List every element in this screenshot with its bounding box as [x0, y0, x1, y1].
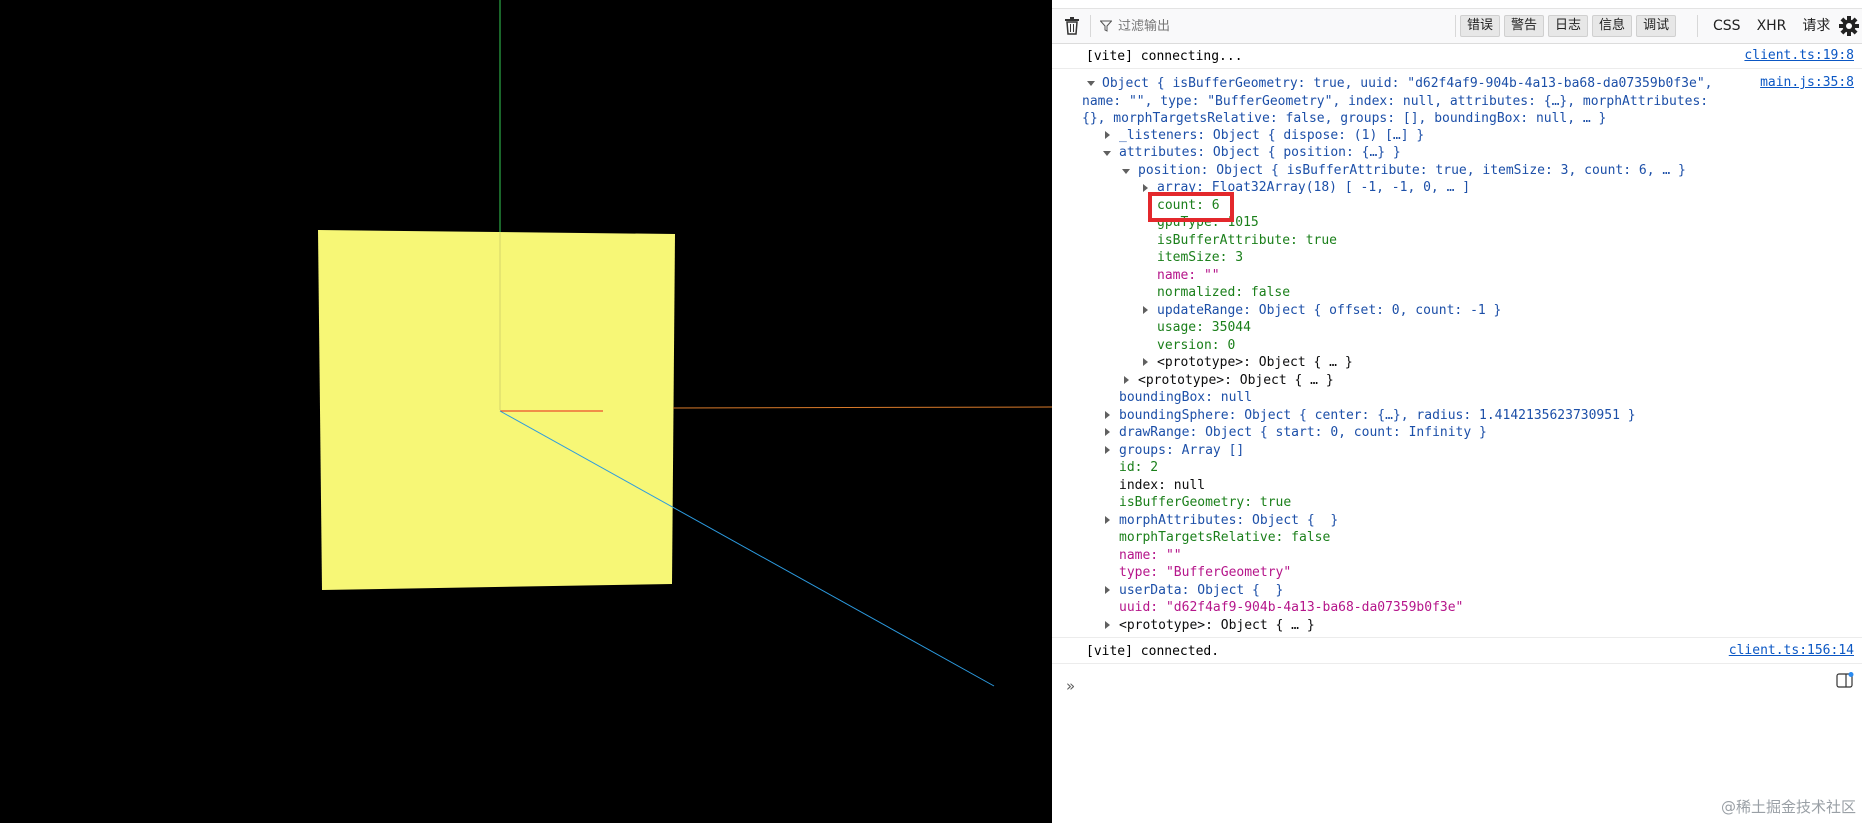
tree-node[interactable]: userData: Object { }: [1119, 582, 1283, 599]
requests-filter-button[interactable]: 请求: [1794, 15, 1838, 37]
request-filters: CSS XHR 请求: [1705, 15, 1838, 37]
tree-node[interactable]: attributes: Object { position: {…} }: [1119, 144, 1401, 161]
scene-svg: [318, 0, 1052, 687]
expand-toggle-icon[interactable]: [1105, 428, 1110, 436]
message-separator: [1052, 663, 1862, 664]
message-separator: [1052, 68, 1862, 69]
tree-property: itemSize: 3: [1157, 250, 1244, 265]
log-level-filters: 错误 警告 日志 信息 调试: [1460, 15, 1677, 37]
tree-node[interactable]: _listeners: Object { dispose: (1) […] }: [1119, 127, 1424, 144]
expand-toggle-icon[interactable]: [1105, 411, 1110, 419]
source-link[interactable]: client.ts:19:8: [1744, 48, 1854, 63]
tree-property: isBufferGeometry: true: [1119, 495, 1292, 510]
expand-toggle-icon[interactable]: [1122, 169, 1130, 174]
tree-node[interactable]: boundingSphere: Object { center: {…}, ra…: [1119, 407, 1636, 424]
expand-toggle-icon[interactable]: [1105, 446, 1110, 454]
message-separator: [1052, 637, 1862, 638]
expand-toggle-icon[interactable]: [1143, 358, 1148, 366]
watermark: @稀土掘金技术社区: [1720, 798, 1856, 816]
toolbar-divider: [1455, 15, 1456, 37]
expand-toggle-icon[interactable]: [1143, 306, 1148, 314]
toolbar-divider: [1090, 15, 1091, 37]
console-prompt-icon[interactable]: »: [1066, 677, 1075, 695]
filter-input[interactable]: [1118, 18, 1298, 34]
sidebar-toggle-icon[interactable]: [1836, 672, 1854, 690]
tree-node[interactable]: <prototype>: Object { … }: [1138, 372, 1334, 389]
tree-node[interactable]: <prototype>: Object { … }: [1119, 617, 1315, 634]
source-link[interactable]: client.ts:156:14: [1729, 643, 1854, 658]
toolbar-divider: [1697, 15, 1698, 37]
filter-icon: [1100, 20, 1112, 32]
console-message-text: [vite] connected.: [1086, 644, 1220, 659]
tree-property: type: "BufferGeometry": [1119, 565, 1292, 580]
expand-toggle-icon[interactable]: [1087, 81, 1095, 86]
level-error-button[interactable]: 错误: [1460, 15, 1501, 37]
expand-toggle-icon[interactable]: [1105, 131, 1110, 139]
threejs-canvas[interactable]: [0, 0, 1052, 823]
x-axis-extension: [672, 406, 1052, 409]
tree-node[interactable]: morphAttributes: Object { }: [1119, 512, 1338, 529]
level-info-button[interactable]: 信息: [1592, 15, 1633, 37]
tree-property: version: 0: [1157, 338, 1236, 353]
expand-toggle-icon[interactable]: [1105, 621, 1110, 629]
expand-toggle-icon[interactable]: [1105, 586, 1110, 594]
console-toolbar: 错误 警告 日志 信息 调试 CSS XHR 请求: [1052, 9, 1862, 44]
tree-property: name: "": [1157, 268, 1220, 283]
tree-property: index: null: [1119, 478, 1206, 493]
object-summary-line: name: "", type: "BufferGeometry", index:…: [1082, 94, 1709, 109]
source-link[interactable]: main.js:35:8: [1760, 75, 1854, 90]
tree-property: morphTargetsRelative: false: [1119, 530, 1331, 545]
tree-node[interactable]: position: Object { isBufferAttribute: tr…: [1138, 162, 1686, 179]
filter-box[interactable]: [1100, 16, 1298, 36]
xhr-filter-button[interactable]: XHR: [1749, 15, 1795, 37]
expand-toggle-icon[interactable]: [1103, 151, 1111, 156]
tree-property: normalized: false: [1157, 285, 1291, 300]
object-summary-line[interactable]: Object { isBufferGeometry: true, uuid: "…: [1102, 75, 1712, 92]
panel-top-strip: [1052, 0, 1862, 9]
devtools-console-panel: 错误 警告 日志 信息 调试 CSS XHR 请求: [1052, 0, 1862, 823]
tree-property: usage: 35044: [1157, 320, 1251, 335]
level-debug-button[interactable]: 调试: [1636, 15, 1677, 37]
console-message-text: [vite] connecting...: [1086, 49, 1243, 64]
tree-node[interactable]: <prototype>: Object { … }: [1157, 354, 1353, 371]
object-summary-line: {}, morphTargetsRelative: false, groups:…: [1082, 111, 1607, 126]
tree-node[interactable]: groups: Array []: [1119, 442, 1244, 459]
tree-property: uuid: "d62f4af9-904b-4a13-ba68-da07359b0…: [1119, 600, 1464, 615]
tree-node[interactable]: updateRange: Object { offset: 0, count: …: [1157, 302, 1501, 319]
expand-toggle-icon[interactable]: [1124, 376, 1129, 384]
tree-property: id: 2: [1119, 460, 1159, 475]
css-filter-button[interactable]: CSS: [1705, 15, 1749, 37]
level-warning-button[interactable]: 警告: [1504, 15, 1545, 37]
expand-toggle-icon[interactable]: [1105, 516, 1110, 524]
gear-icon[interactable]: [1838, 15, 1860, 37]
level-log-button[interactable]: 日志: [1548, 15, 1589, 37]
tree-property: name: "": [1119, 548, 1182, 563]
highlight-box: [1148, 192, 1234, 222]
yellow-plane: [318, 230, 675, 590]
tree-property: boundingBox: null: [1119, 390, 1253, 405]
tree-property: isBufferAttribute: true: [1157, 233, 1338, 248]
expand-toggle-icon[interactable]: [1143, 184, 1148, 192]
tree-node[interactable]: drawRange: Object { start: 0, count: Inf…: [1119, 424, 1487, 441]
trash-icon[interactable]: [1064, 17, 1080, 35]
